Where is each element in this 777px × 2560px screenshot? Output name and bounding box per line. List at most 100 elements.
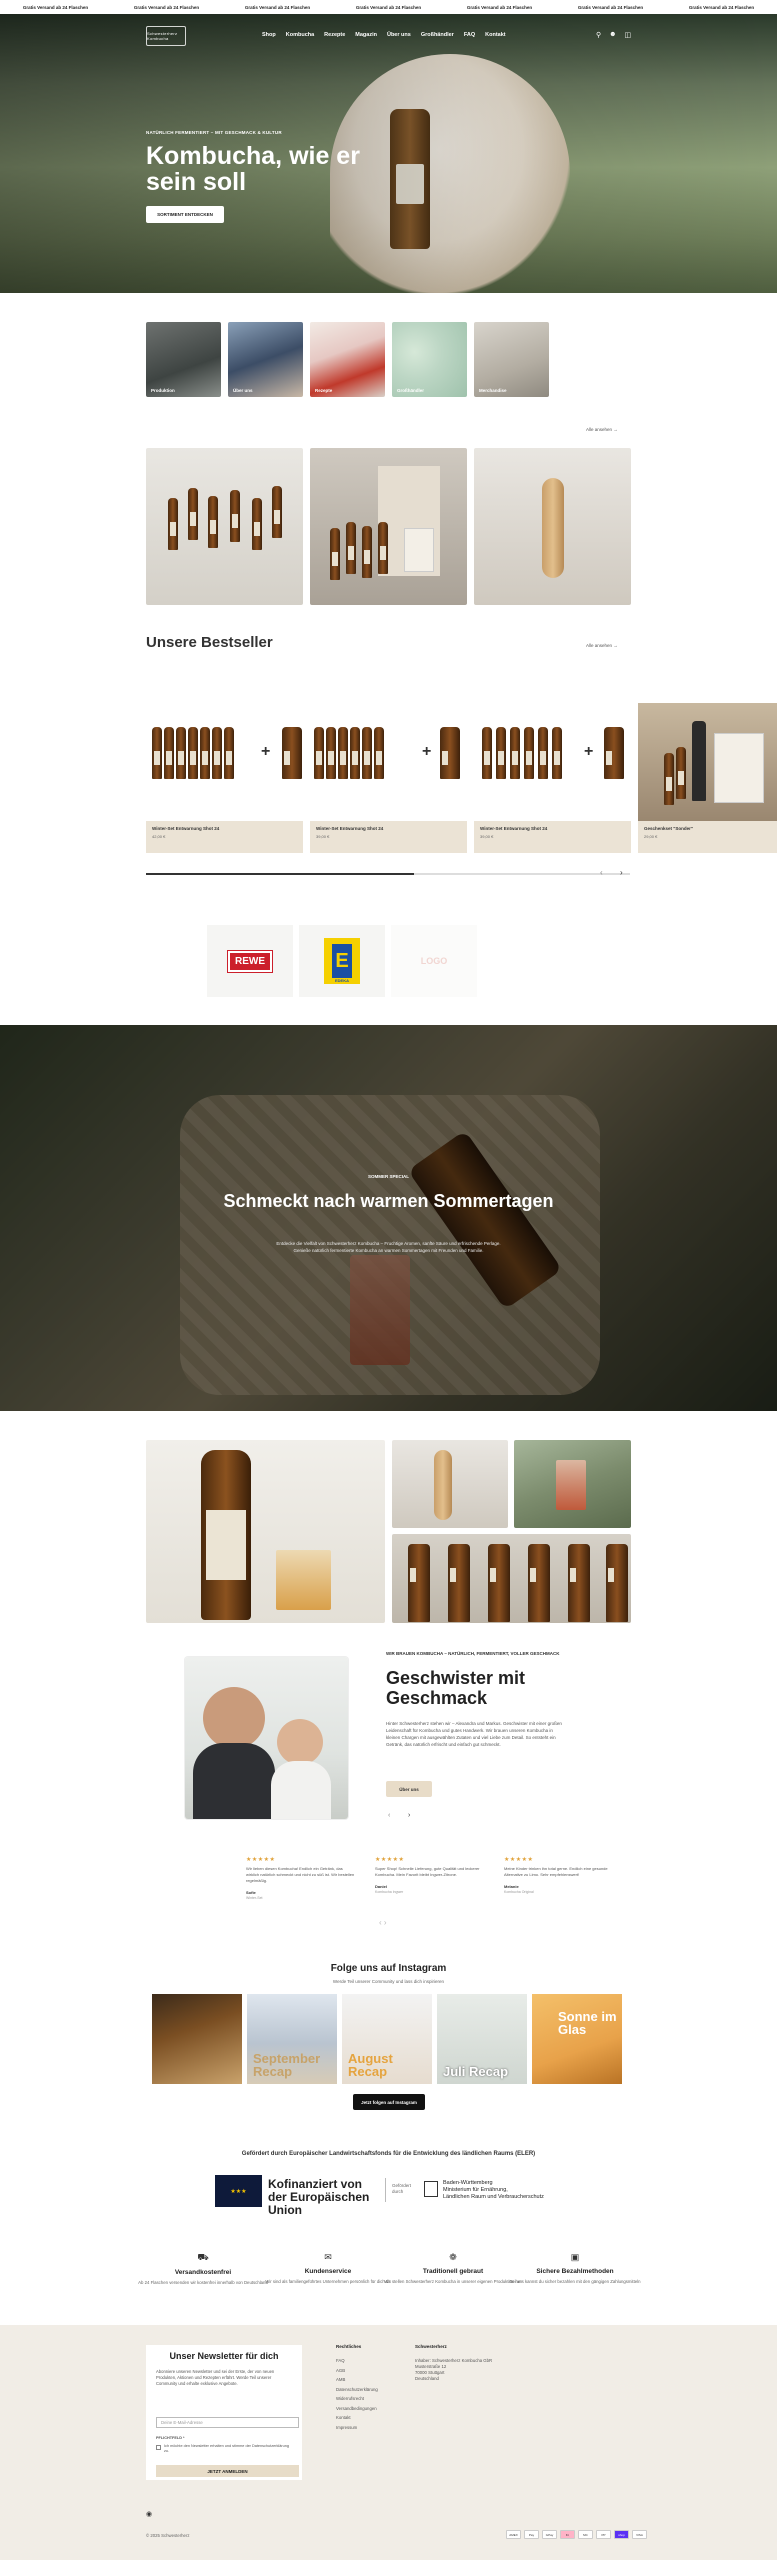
review-author: Melanie bbox=[504, 1884, 519, 1889]
funding-divider bbox=[385, 2178, 386, 2202]
payment-applepay-icon: Pay bbox=[524, 2530, 539, 2539]
product-name: Winter-Set Entwarnung Shot 24 bbox=[480, 826, 548, 831]
instagram-caption: Juli Recap bbox=[443, 2064, 509, 2079]
instagram-follow-button[interactable]: Jetzt folgen auf Instagram bbox=[353, 2094, 425, 2110]
announcement-item: Gratis Versand ab 24 Flaschen bbox=[133, 4, 200, 10]
about-next-icon[interactable]: › bbox=[408, 1812, 410, 1819]
founders-photo bbox=[185, 1657, 348, 1819]
about-button[interactable]: Über uns bbox=[386, 1781, 432, 1797]
footer-link-privacy[interactable]: Datenschutzerklärung bbox=[336, 2387, 378, 2392]
review-card: ★★★★★ Super Shop! Schnelle Lieferung, gu… bbox=[375, 1856, 485, 1894]
instagram-post[interactable]: Juli Recap bbox=[437, 1994, 527, 2084]
gallery-image-lineup bbox=[392, 1534, 631, 1623]
bestsellers-title: Unsere Bestseller bbox=[146, 634, 273, 651]
announcement-item: Gratis Versand ab 24 Flaschen bbox=[355, 4, 422, 10]
instagram-post[interactable]: Sonne im Glas bbox=[532, 1994, 622, 2084]
instagram-post[interactable] bbox=[152, 1994, 242, 2084]
newsletter-box bbox=[146, 2345, 302, 2480]
instagram-post[interactable]: August Recap bbox=[342, 1994, 432, 2084]
address-text: Inhaber: Schwesterherz Kombucha GbR Must… bbox=[415, 2358, 493, 2381]
footer-link-imprint[interactable]: Impressum bbox=[336, 2425, 378, 2430]
account-icon[interactable]: ☻ bbox=[609, 31, 616, 39]
about-title: Geschwister mit Geschmack bbox=[386, 1668, 526, 1708]
main-nav: Shop Kombucha Rezepte Magazin Über uns G… bbox=[262, 32, 506, 38]
review-stars: ★★★★★ bbox=[504, 1857, 534, 1863]
footer-link-withdrawal[interactable]: Widerrufsrecht bbox=[336, 2396, 378, 2401]
review-card: ★★★★★ Meine Kinder trinken ihn total ger… bbox=[504, 1856, 614, 1894]
about-prev-icon[interactable]: ‹ bbox=[388, 1812, 390, 1819]
about-text: Hinter Schwesterherz stehen wir – Alexan… bbox=[386, 1721, 562, 1747]
all-link[interactable]: Alle ansehen → bbox=[586, 427, 618, 432]
gallery-image-drink bbox=[514, 1440, 631, 1528]
footer-link-faq[interactable]: FAQ bbox=[336, 2358, 378, 2363]
nav-item-kontakt[interactable]: Kontakt bbox=[485, 32, 505, 38]
product-price: 39,00 € bbox=[316, 834, 330, 839]
hero-cta-button[interactable]: SORTIMENT ENTDECKEN bbox=[146, 206, 224, 223]
consent-checkbox[interactable] bbox=[156, 2445, 161, 2450]
footer-link-amb[interactable]: AMB bbox=[336, 2377, 378, 2382]
product-image bbox=[638, 703, 777, 821]
product-card[interactable]: Geschenkset "Sonder" 29,00 € bbox=[638, 703, 777, 853]
footer-link-shipping[interactable]: Versandbedingungen bbox=[336, 2406, 378, 2411]
nav-item-kombucha[interactable]: Kombucha bbox=[286, 32, 314, 38]
nav-item-ueber-uns[interactable]: Über uns bbox=[387, 32, 411, 38]
usp-desc: Bei uns kannst du sicher bezahlen mit de… bbox=[509, 2279, 641, 2284]
address-title: Schwesterherz bbox=[415, 2344, 447, 2349]
category-tile-ueber-uns[interactable]: Über uns bbox=[228, 322, 303, 397]
cart-icon[interactable]: ◫ bbox=[625, 31, 632, 39]
payment-amex-icon: AMEX bbox=[506, 2530, 521, 2539]
category-tile-rezepte[interactable]: Rezepte bbox=[310, 322, 385, 397]
banner-text: Entdecke die Vielfalt von Schwesterherz … bbox=[276, 1241, 501, 1253]
category-tile-produktion[interactable]: Produktion bbox=[146, 322, 221, 397]
announcement-item: Gratis Versand ab 24 Flaschen bbox=[577, 4, 644, 10]
subscribe-button[interactable]: JETZT ANMELDEN bbox=[156, 2465, 299, 2477]
instagram-caption: September Recap bbox=[253, 2051, 321, 2079]
required-label: PFLICHTFELD * bbox=[156, 2436, 185, 2440]
carousel-prev-icon[interactable]: ‹ bbox=[600, 868, 603, 877]
summer-banner bbox=[0, 1025, 777, 1411]
carousel-scroll-thumb[interactable] bbox=[146, 873, 414, 875]
funding-by-label: Gefördert durch bbox=[392, 2183, 412, 2194]
header-icons: ⚲ ☻ ◫ bbox=[596, 31, 631, 39]
feature-tile-bottles[interactable] bbox=[146, 448, 303, 605]
search-icon[interactable]: ⚲ bbox=[596, 31, 601, 39]
nav-item-rezepte[interactable]: Rezepte bbox=[324, 32, 345, 38]
newsletter-text: Abonniere unseren Newsletter und sei der… bbox=[156, 2369, 275, 2386]
review-text: Super Shop! Schnelle Lieferung, gute Qua… bbox=[375, 1866, 480, 1877]
nav-item-magazin[interactable]: Magazin bbox=[355, 32, 377, 38]
product-card[interactable]: + Winter-Set Entwarnung Shot 24 39,00 € bbox=[474, 703, 631, 853]
ministry-text: Baden-Württemberg Ministerium für Ernähr… bbox=[443, 2180, 544, 2200]
instagram-icon[interactable]: ◉ bbox=[146, 2510, 152, 2518]
announcement-item: Gratis Versand ab 24 Flaschen bbox=[244, 4, 311, 10]
review-stars: ★★★★★ bbox=[246, 1857, 276, 1863]
nav-item-grosshaendler[interactable]: Großhändler bbox=[421, 32, 454, 38]
footer-link-contact[interactable]: Kontakt bbox=[336, 2415, 378, 2420]
instagram-post[interactable]: September Recap bbox=[247, 1994, 337, 2084]
category-label: Merchandise bbox=[479, 388, 507, 393]
review-pagination[interactable]: ‹ › bbox=[379, 1918, 387, 1927]
product-card[interactable]: + Winter-Set Entwarnung Shot 24 39,00 € bbox=[310, 703, 467, 853]
payment-googlepay-icon: GPay bbox=[542, 2530, 557, 2539]
nav-item-faq[interactable]: FAQ bbox=[464, 32, 475, 38]
funding-title: Gefördert durch Europäischer Landwirtsch… bbox=[241, 2151, 536, 2157]
category-tile-grosshaendler[interactable]: Großhändler bbox=[392, 322, 467, 397]
feature-tile-giftbox[interactable] bbox=[310, 448, 467, 605]
product-card[interactable]: + Winter-Set Entwarnung Shot 24 42,00 € bbox=[146, 703, 303, 853]
payment-visa-icon: VISA bbox=[632, 2530, 647, 2539]
category-tile-merchandise[interactable]: Merchandise bbox=[474, 322, 549, 397]
payment-mastercard-icon: MC bbox=[578, 2530, 593, 2539]
nav-item-shop[interactable]: Shop bbox=[262, 32, 276, 38]
newsletter-title: Unser Newsletter für dich bbox=[169, 2351, 279, 2361]
announcement-item: Gratis Versand ab 24 Flaschen bbox=[22, 4, 89, 10]
email-field[interactable]: Deine E-Mail-Adresse bbox=[156, 2417, 299, 2428]
all-link[interactable]: Alle ansehen → bbox=[586, 643, 618, 648]
carousel-next-icon[interactable]: › bbox=[620, 868, 623, 877]
review-text: Wir lieben diesen Kombucha! Endlich ein … bbox=[246, 1866, 355, 1883]
product-name: Winter-Set Entwarnung Shot 24 bbox=[152, 826, 220, 831]
usp-title: Sichere Bezahlmethoden bbox=[536, 2268, 614, 2275]
site-logo[interactable]: Schwesterherz Kombucha bbox=[146, 26, 186, 46]
feature-tile-opener[interactable] bbox=[474, 448, 631, 605]
footer-link-agb[interactable]: AGB bbox=[336, 2368, 378, 2373]
review-stars: ★★★★★ bbox=[375, 1857, 405, 1863]
product-price: 42,00 € bbox=[152, 834, 166, 839]
